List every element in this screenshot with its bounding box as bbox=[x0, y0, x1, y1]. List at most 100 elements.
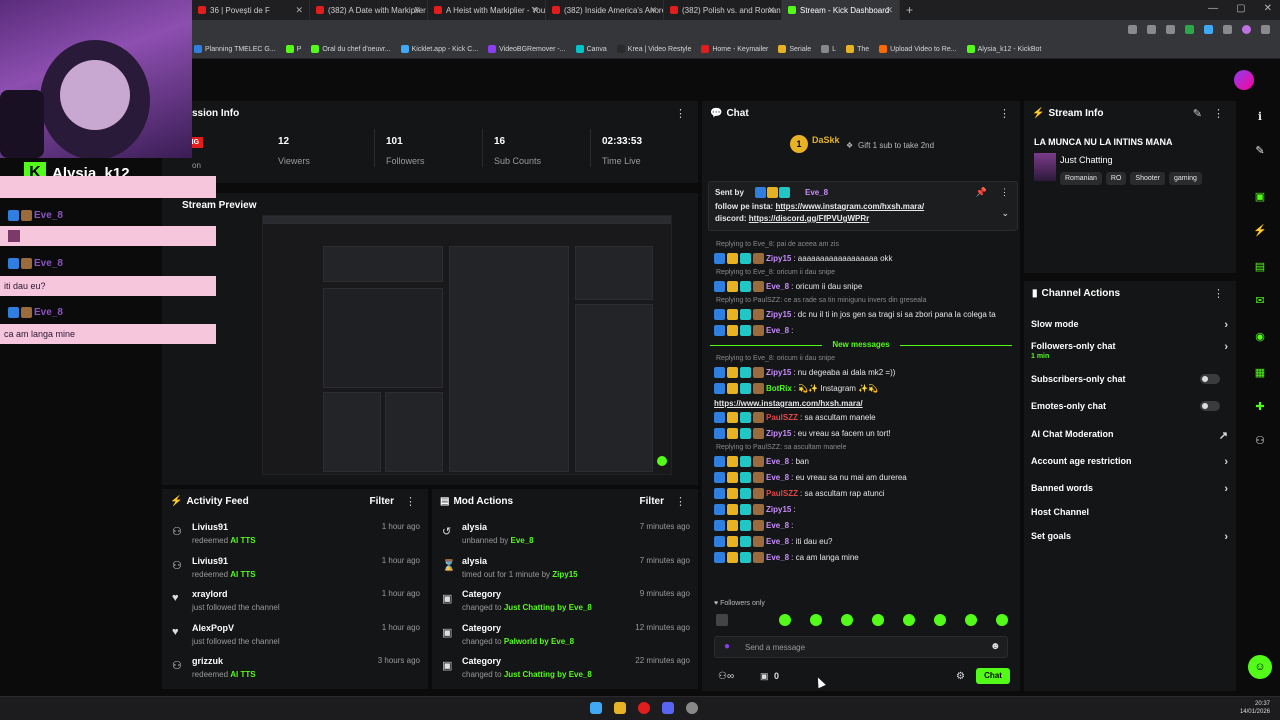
bookmark-item[interactable]: Kicklet.app - Kick C... bbox=[400, 45, 478, 53]
channel-action-followers-only-chat[interactable]: Followers-only chat 1 min › bbox=[1031, 341, 1228, 360]
bookmark-item[interactable]: Alysia_k12 - KickBot bbox=[966, 45, 1041, 53]
pinned-link[interactable]: https://www.instagram.com/hxsh.mara/ bbox=[775, 202, 924, 211]
chat-message[interactable]: Zipy15: aaaaaaaaaaaaaaaaaa okk bbox=[714, 253, 1012, 264]
feed-user[interactable]: AlexPopV bbox=[192, 623, 234, 633]
gear-icon[interactable]: ⚙ bbox=[956, 671, 965, 682]
bookmark-item[interactable]: Krea | Video Restyle bbox=[616, 45, 691, 53]
toggle-switch[interactable] bbox=[1200, 374, 1220, 384]
pinned-link[interactable]: https://discord.gg/FfPVUgWPRr bbox=[749, 214, 869, 223]
close-icon[interactable]: ✕ bbox=[649, 5, 657, 16]
extension-icon[interactable] bbox=[1223, 25, 1232, 34]
feed-row[interactable]: ⌛ alysia timed out for 1 minute by Zipy15 7… bbox=[440, 554, 690, 584]
close-icon[interactable]: ✕ bbox=[531, 5, 539, 16]
close-icon[interactable]: ✕ bbox=[767, 5, 775, 16]
feed-user[interactable]: Category bbox=[462, 623, 501, 633]
kebab-menu-icon[interactable]: ⋮ bbox=[1213, 107, 1224, 120]
filter-button[interactable]: Filter bbox=[640, 496, 664, 507]
kebab-menu-icon[interactable]: ⋮ bbox=[675, 495, 686, 508]
emote-icon[interactable] bbox=[872, 614, 884, 626]
bookmark-item[interactable]: The bbox=[846, 45, 869, 53]
chat-username[interactable]: Zipy15 bbox=[766, 254, 791, 263]
chat-username[interactable]: Eve_8 bbox=[766, 282, 789, 291]
feed-user[interactable]: grizzuk bbox=[192, 656, 223, 666]
chevron-right-icon[interactable]: › bbox=[1224, 483, 1228, 495]
chat-username[interactable]: Eve_8 bbox=[766, 521, 789, 530]
kebab-menu-icon[interactable]: ⋮ bbox=[1000, 187, 1009, 198]
feed-user[interactable]: Category bbox=[462, 589, 501, 599]
bookmark-item[interactable]: Home - Keymailer bbox=[701, 45, 768, 53]
users-icon[interactable]: ⚇∞ bbox=[718, 671, 734, 682]
chat-username[interactable]: Zipy15 bbox=[766, 368, 791, 377]
chat-username[interactable]: Eve_8 bbox=[766, 537, 789, 546]
tag[interactable]: RO bbox=[1105, 172, 1127, 185]
filter-button[interactable]: Filter bbox=[370, 496, 394, 507]
tag[interactable]: gaming bbox=[1168, 172, 1202, 185]
chat-username[interactable]: PaulSZZ bbox=[766, 489, 798, 498]
bookmark-item[interactable]: Oral du chef d'oeuvr... bbox=[311, 45, 391, 53]
feed-row[interactable]: ⚇ grizzuk redeemed AI TTS 3 hours ago bbox=[170, 654, 420, 684]
reply-context[interactable]: Replying to PaulSZZ: ce as rade sa tin m… bbox=[716, 297, 927, 304]
feed-row[interactable]: ↺ alysia unbanned by Eve_8 7 minutes ago bbox=[440, 520, 690, 550]
chat-message[interactable]: Eve_8: ban bbox=[714, 456, 1012, 467]
mic-icon[interactable]: ● bbox=[724, 641, 730, 652]
minimize-icon[interactable]: — bbox=[1208, 3, 1218, 14]
info-icon[interactable]: ℹ bbox=[1250, 107, 1270, 127]
feed-row[interactable]: ▣ Category changed to Just Chatting by Eve… bbox=[440, 654, 690, 684]
star-icon[interactable] bbox=[1166, 25, 1175, 34]
help-icon[interactable]: ☺ bbox=[1248, 655, 1272, 679]
browser-tab[interactable]: (382) Polish vs. and Romanian ✕ bbox=[664, 0, 782, 20]
tag[interactable]: Shooter bbox=[1130, 172, 1165, 185]
feed-user[interactable]: Livius91 bbox=[192, 522, 228, 532]
discord-icon[interactable] bbox=[662, 702, 674, 714]
external-link-icon[interactable]: ↗ bbox=[1219, 429, 1228, 442]
chat-message[interactable]: Zipy15: nu degeaba ai dala mk2 =)) bbox=[714, 367, 1012, 378]
feed-row[interactable]: ♥ AlexPopV just followed the channel 1 hou… bbox=[170, 621, 420, 651]
chevron-down-icon[interactable]: ⌄ bbox=[1001, 208, 1009, 219]
reply-context[interactable]: Replying to Eve_8: oricum ii dau snipe bbox=[716, 355, 835, 362]
bookmark-item[interactable]: Canva bbox=[575, 45, 607, 53]
chat-message[interactable]: Zipy15: eu vreau sa facem un tort! bbox=[714, 428, 1012, 439]
gift-sub-text[interactable]: Gift 1 sub to take 2nd bbox=[858, 141, 934, 150]
kebab-menu-icon[interactable]: ⋮ bbox=[675, 107, 686, 120]
feed-row[interactable]: ▣ Category changed to Just Chatting by Eve… bbox=[440, 587, 690, 617]
feed-row[interactable]: ▣ Category changed to Palworld by Eve_8 12 … bbox=[440, 621, 690, 651]
chat-username[interactable]: Zipy15 bbox=[766, 505, 791, 514]
reply-context[interactable]: Replying to Eve_8: pai de aceea am zis bbox=[716, 241, 839, 248]
address-bar[interactable] bbox=[0, 20, 1280, 40]
chat-message[interactable]: Eve_8: eu vreau sa nu mai am durerea bbox=[714, 472, 1012, 483]
layout-icon[interactable]: ▦ bbox=[1250, 363, 1270, 383]
emote-icon[interactable] bbox=[996, 614, 1008, 626]
gifter-name[interactable]: DaSkk bbox=[812, 135, 840, 145]
toggle-switch[interactable] bbox=[1200, 401, 1220, 411]
chevron-right-icon[interactable]: › bbox=[1224, 531, 1228, 543]
browser-tab-active[interactable]: Stream - Kick Dashboard ✕ bbox=[782, 0, 900, 20]
chevron-right-icon[interactable]: › bbox=[1224, 456, 1228, 468]
chat-username[interactable]: Eve_8 bbox=[766, 553, 789, 562]
close-icon[interactable]: ✕ bbox=[413, 5, 421, 16]
extension-icon[interactable] bbox=[1204, 25, 1213, 34]
chat-username[interactable]: Zipy15 bbox=[766, 429, 791, 438]
emote-icon[interactable] bbox=[841, 614, 853, 626]
stream-preview-video[interactable] bbox=[262, 215, 672, 475]
feed-user[interactable]: xraylord bbox=[192, 589, 228, 599]
system-clock[interactable]: 20:37 14/01/2026 bbox=[1240, 700, 1270, 716]
browser-tab[interactable]: 36 | Povești de F ✕ bbox=[192, 0, 310, 20]
channel-action-ai-chat-moderation[interactable]: AI Chat Moderation ↗ bbox=[1031, 429, 1228, 442]
chat-message-input[interactable]: Send a message bbox=[714, 636, 1008, 658]
pinned-user[interactable]: Eve_8 bbox=[805, 188, 828, 197]
close-icon[interactable]: ✕ bbox=[885, 5, 893, 16]
chat-message[interactable]: Eve_8: iti dau eu? bbox=[714, 536, 1012, 547]
chat-message[interactable]: Eve_8: oricum ii dau snipe bbox=[714, 281, 1012, 292]
bookmark-item[interactable]: P bbox=[285, 45, 301, 53]
screen-capture-icon[interactable]: ▣ bbox=[1250, 187, 1270, 207]
channel-action-subscribers-only-chat[interactable]: Subscribers-only chat bbox=[1031, 374, 1228, 384]
feed-user[interactable]: alysia bbox=[462, 556, 487, 566]
channel-action-account-age-restriction[interactable]: Account age restriction › bbox=[1031, 456, 1228, 468]
channel-action-emotes-only-chat[interactable]: Emotes-only chat bbox=[1031, 401, 1228, 411]
chat-message[interactable]: Zipy15: dc nu il ti in jos gen sa tragi … bbox=[714, 309, 1012, 320]
wrench-icon[interactable]: ✚ bbox=[1250, 397, 1270, 417]
chrome-icon[interactable] bbox=[638, 702, 650, 714]
file-explorer-icon[interactable] bbox=[614, 702, 626, 714]
bookmark-item[interactable]: L bbox=[821, 45, 836, 53]
feed-row[interactable]: ⚇ Livius91 redeemed AI TTS 1 hour ago bbox=[170, 554, 420, 584]
